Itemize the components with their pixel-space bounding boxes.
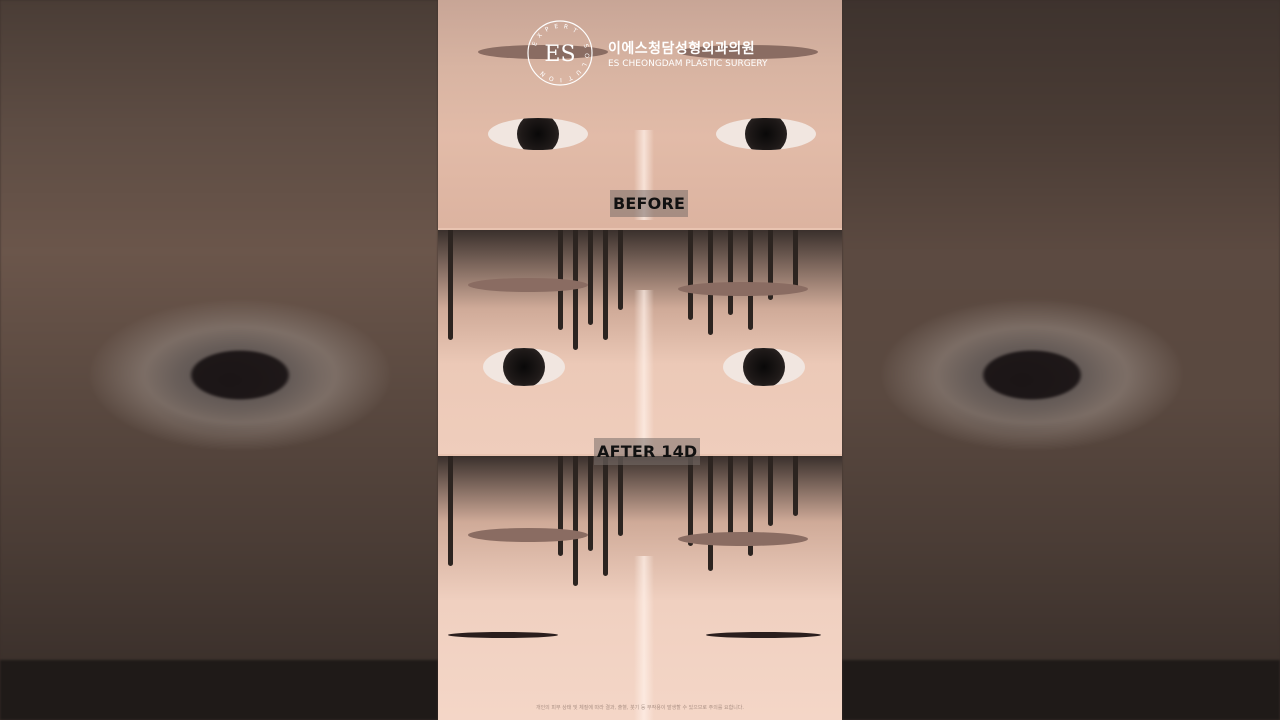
after-photo-eyes-closed: 개인의 피부 상태 및 체질에 따라 결과, 출혈, 붓기 등 부작용이 발생할… [438, 456, 842, 720]
logo-monogram: ES [544, 42, 575, 67]
before-label: BEFORE [610, 190, 689, 217]
clinic-name-english: ES CHEONGDAM PLASTIC SURGERY [608, 59, 768, 69]
logo-ring-letter: N [539, 69, 547, 77]
logo-ring-letter: O [583, 53, 590, 59]
after-label: AFTER 14D [594, 438, 701, 465]
right-eye [723, 348, 805, 386]
left-eye [488, 118, 588, 150]
right-eyebrow [678, 532, 808, 546]
left-eyebrow [468, 278, 588, 292]
disclaimer-text: 개인의 피부 상태 및 체질에 따라 결과, 출혈, 붓기 등 부작용이 발생할… [535, 705, 744, 711]
logo-ring-letter: T [567, 73, 574, 81]
logo-ring-letter: E [531, 41, 539, 47]
logo-ring-letter: T [570, 26, 578, 35]
blurred-background-right [842, 0, 1280, 720]
logo-ring-letter: X [536, 32, 544, 40]
left-closed-eyelid [448, 632, 558, 638]
logo-ring-letter: E [554, 23, 559, 30]
logo-ring-letter: U [574, 68, 582, 76]
nose-highlight [634, 556, 654, 720]
logo-ring-letter: R [563, 23, 569, 31]
logo-ring-letter: S [582, 43, 590, 49]
logo-ring-letter: P [544, 26, 551, 34]
background-band-right [842, 660, 1280, 720]
right-eye [716, 118, 816, 150]
left-eye [483, 348, 565, 386]
video-frame: ES EXPERT SOLUTION 이에스청담성형외과의원 ES CHEONG… [438, 0, 842, 720]
blurred-eye-left [90, 300, 390, 450]
after-photo-eyes-open [438, 230, 842, 454]
nose-highlight [634, 290, 654, 454]
clinic-logo-icon: ES EXP E R T SOLUTION [527, 20, 593, 86]
clinic-brand: 이에스청담성형외과의원 ES CHEONGDAM PLASTIC SURGERY [608, 38, 768, 69]
left-eyebrow [468, 528, 588, 542]
right-eyebrow [678, 282, 808, 296]
logo-ring-letter: I [560, 76, 562, 83]
logo-ring-letter: L [580, 62, 588, 69]
logo-ring-letter: O [548, 74, 555, 82]
right-closed-eyelid [706, 632, 821, 638]
background-band-left [0, 660, 438, 720]
blurred-background-left [0, 0, 438, 720]
blurred-eye-right [882, 300, 1182, 450]
clinic-name-korean: 이에스청담성형외과의원 [608, 41, 756, 57]
